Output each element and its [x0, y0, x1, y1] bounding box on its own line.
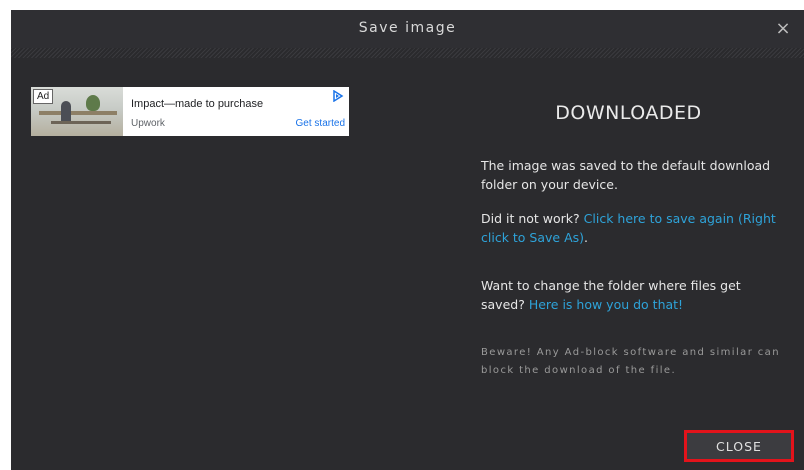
save-image-dialog: Save image × Ad Impact—made to purchase …	[11, 10, 804, 470]
close-button[interactable]: CLOSE	[684, 430, 794, 462]
ad-image[interactable]: Ad	[31, 87, 123, 136]
adblock-warning: Beware! Any Ad-block software and simila…	[481, 347, 780, 376]
downloaded-heading: DOWNLOADED	[555, 102, 702, 124]
ad-banner[interactable]: Ad Impact—made to purchase Upwork Get st…	[31, 87, 349, 136]
change-folder-message: Want to change the folder where files ge…	[481, 276, 781, 314]
close-icon[interactable]: ×	[772, 16, 794, 40]
dialog-titlebar: Save image ×	[11, 10, 804, 48]
dialog-title: Save image	[358, 20, 457, 36]
retry-message: Did it not work? Click here to save agai…	[481, 209, 781, 247]
ad-headline[interactable]: Impact—made to purchase	[131, 98, 263, 110]
adchoices-icon[interactable]	[332, 90, 344, 102]
ad-badge: Ad	[33, 89, 54, 104]
save-again-link[interactable]: Click here to save again	[584, 211, 734, 226]
ad-get-started-link[interactable]: Get started	[296, 118, 345, 129]
retry-period: .	[584, 230, 589, 245]
how-to-link[interactable]: Here is how you do that!	[529, 297, 683, 312]
saved-message: The image was saved to the default downl…	[481, 158, 771, 192]
retry-text: Did it not work?	[481, 211, 580, 226]
titlebar-divider	[11, 48, 804, 58]
ad-advertiser[interactable]: Upwork	[131, 118, 165, 129]
